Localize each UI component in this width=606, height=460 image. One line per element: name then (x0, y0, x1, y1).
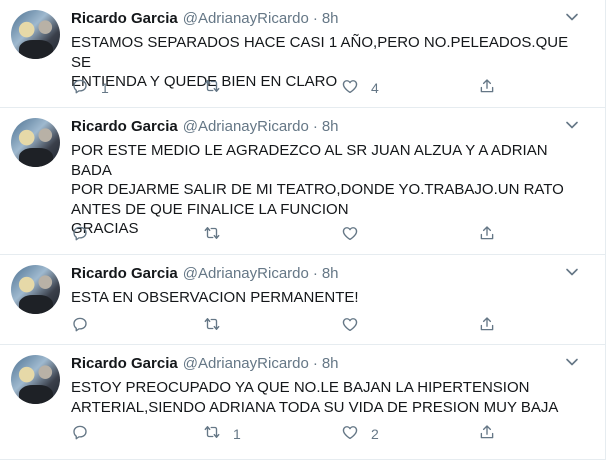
tweet[interactable]: Ricardo Garcia @AdrianayRicardo · 8h ESTAMO… (0, 0, 605, 108)
timestamp[interactable]: 8h (322, 10, 339, 27)
like-button[interactable]: 4 (341, 78, 379, 98)
reply-count: 1 (101, 80, 109, 96)
reply-icon (71, 224, 89, 247)
chevron-down-icon[interactable] (565, 118, 579, 132)
avatar[interactable] (11, 355, 60, 404)
reply-button[interactable] (71, 424, 101, 444)
separator-dot: · (312, 355, 318, 372)
retweet-icon (203, 423, 221, 446)
tweet-text: ESTA EN OBSERVACION PERMANENTE! (71, 289, 359, 306)
tweet[interactable]: Ricardo Garcia @AdrianayRicardo · 8h ESTA E… (0, 255, 605, 345)
tweet-text: POR ESTE MEDIO LE AGRADEZCO AL SR JUAN A… (71, 142, 564, 237)
tweet-actions: 1 2 (71, 424, 501, 444)
retweet-button[interactable] (203, 78, 233, 98)
tweet-actions (71, 225, 501, 245)
author-handle[interactable]: @AdrianayRicardo (183, 265, 309, 282)
like-button[interactable]: 2 (341, 424, 379, 444)
tweet-header: Ricardo Garcia @AdrianayRicardo · 8h (71, 265, 339, 283)
tweet-actions: 1 4 (71, 78, 501, 98)
separator-dot: · (312, 265, 318, 282)
like-icon (341, 315, 359, 338)
retweet-button[interactable]: 1 (203, 424, 241, 444)
reply-button[interactable]: 1 (71, 78, 109, 98)
reply-icon (71, 423, 89, 446)
tweet[interactable]: Ricardo Garcia @AdrianayRicardo · 8h ESTOY … (0, 345, 605, 460)
reply-button[interactable] (71, 316, 101, 336)
timestamp[interactable]: 8h (322, 355, 339, 372)
share-icon (478, 423, 496, 446)
like-icon (341, 77, 359, 100)
author-handle[interactable]: @AdrianayRicardo (183, 118, 309, 135)
reply-button[interactable] (71, 225, 101, 245)
avatar[interactable] (11, 118, 60, 167)
share-icon (478, 77, 496, 100)
avatar[interactable] (11, 10, 60, 59)
tweet-header: Ricardo Garcia @AdrianayRicardo · 8h (71, 10, 339, 28)
author-handle[interactable]: @AdrianayRicardo (183, 355, 309, 372)
timestamp[interactable]: 8h (322, 118, 339, 135)
tweet-header: Ricardo Garcia @AdrianayRicardo · 8h (71, 118, 339, 136)
share-button[interactable] (478, 424, 496, 444)
reply-icon (71, 77, 89, 100)
retweet-button[interactable] (203, 316, 233, 336)
retweet-icon (203, 77, 221, 100)
tweet-actions (71, 316, 501, 336)
share-button[interactable] (478, 316, 496, 336)
separator-dot: · (312, 10, 318, 27)
share-icon (478, 315, 496, 338)
share-button[interactable] (478, 225, 496, 245)
retweet-icon (203, 315, 221, 338)
like-icon (341, 224, 359, 247)
reply-icon (71, 315, 89, 338)
like-button[interactable] (341, 316, 371, 336)
retweet-icon (203, 224, 221, 247)
like-count: 4 (371, 80, 379, 96)
tweet-text: ESTOY PREOCUPADO YA QUE NO.LE BAJAN LA H… (71, 379, 559, 416)
share-icon (478, 224, 496, 247)
avatar[interactable] (11, 265, 60, 314)
separator-dot: · (312, 118, 318, 135)
retweet-button[interactable] (203, 225, 233, 245)
retweet-count: 1 (233, 426, 241, 442)
like-button[interactable] (341, 225, 371, 245)
author-name[interactable]: Ricardo Garcia (71, 355, 178, 372)
author-name[interactable]: Ricardo Garcia (71, 265, 178, 282)
like-icon (341, 423, 359, 446)
chevron-down-icon[interactable] (565, 355, 579, 369)
like-count: 2 (371, 426, 379, 442)
timestamp[interactable]: 8h (322, 265, 339, 282)
author-handle[interactable]: @AdrianayRicardo (183, 10, 309, 27)
share-button[interactable] (478, 78, 496, 98)
tweet-header: Ricardo Garcia @AdrianayRicardo · 8h (71, 355, 339, 373)
chevron-down-icon[interactable] (565, 265, 579, 279)
author-name[interactable]: Ricardo Garcia (71, 118, 178, 135)
author-name[interactable]: Ricardo Garcia (71, 10, 178, 27)
tweet[interactable]: Ricardo Garcia @AdrianayRicardo · 8h POR ES… (0, 108, 605, 255)
chevron-down-icon[interactable] (565, 10, 579, 24)
